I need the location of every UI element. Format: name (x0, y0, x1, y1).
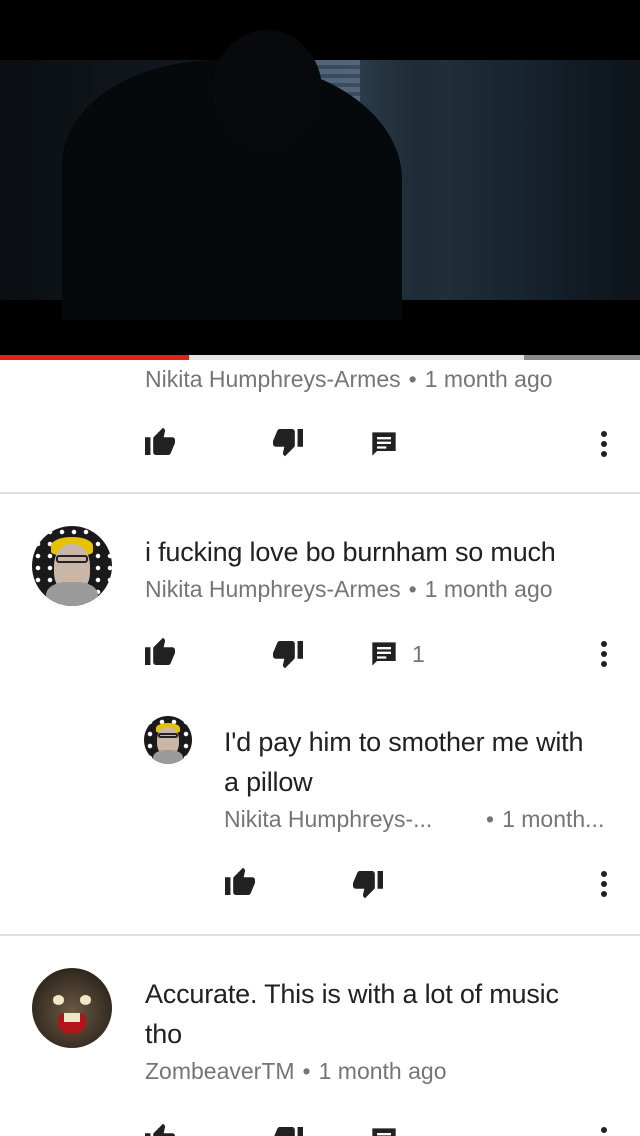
like-button[interactable] (140, 1116, 180, 1136)
comment-author[interactable]: Nikita Humphreys-Armes (145, 366, 401, 392)
more-vert-icon (601, 1127, 607, 1133)
thumb-up-icon (145, 637, 175, 665)
comment: Accurate. This is with a lot of music th… (0, 936, 640, 1136)
more-vert-icon (601, 871, 607, 897)
comment: i fucking love bo burnham so much Nikita… (0, 494, 640, 934)
like-button[interactable] (140, 630, 180, 670)
more-options-button[interactable] (584, 864, 624, 904)
reply-icon (372, 642, 396, 666)
thumb-up-icon (145, 1123, 175, 1136)
comment-author[interactable]: ZombeaverTM (145, 1058, 295, 1084)
more-vert-icon (601, 431, 607, 457)
video-frame (0, 30, 640, 320)
reply-meta: • 1 month... (486, 806, 605, 832)
dislike-button[interactable] (268, 424, 308, 464)
comment-time: 1 month ago (424, 366, 553, 392)
reply-button[interactable] (364, 634, 404, 674)
comment-time: 1 month ago (318, 1058, 447, 1084)
comment: Nikita Humphreys-Armes • 1 month ago (0, 360, 640, 492)
thumb-up-icon (225, 867, 255, 895)
reply-icon (372, 432, 396, 456)
avatar[interactable] (32, 968, 112, 1048)
thumb-down-icon (273, 641, 303, 669)
comment-text: Accurate. This is with a lot of music th… (145, 979, 559, 1049)
comment-meta: Nikita Humphreys-Armes • 1 month ago (145, 366, 553, 392)
thumb-down-icon (273, 429, 303, 457)
thumb-up-icon (145, 427, 175, 455)
avatar[interactable] (32, 526, 112, 606)
avatar[interactable] (144, 716, 192, 764)
comment-time: 1 month ago (424, 576, 553, 602)
more-options-button[interactable] (584, 634, 624, 674)
comment-author[interactable]: Nikita Humphreys-Armes (145, 576, 401, 602)
reply-count[interactable]: 1 (412, 639, 425, 669)
reply-button[interactable] (364, 424, 404, 464)
dislike-button[interactable] (268, 1122, 308, 1136)
person-silhouette (62, 30, 402, 320)
more-options-button[interactable] (584, 1120, 624, 1136)
video-player[interactable] (0, 0, 640, 360)
more-options-button[interactable] (584, 424, 624, 464)
comment-meta: ZombeaverTM • 1 month ago (145, 1058, 447, 1084)
like-button[interactable] (140, 420, 180, 460)
dislike-button[interactable] (348, 866, 388, 906)
more-vert-icon (601, 641, 607, 667)
reply-text: I'd pay him to smother me with a pillow (224, 727, 584, 797)
reply-icon (372, 1128, 396, 1136)
thumb-down-icon (353, 871, 383, 899)
comment-meta: Nikita Humphreys-Armes • 1 month ago (145, 576, 553, 602)
thumb-down-icon (274, 1127, 303, 1136)
reply-time: 1 month... (502, 806, 605, 832)
like-button[interactable] (220, 860, 260, 900)
reply-author[interactable]: Nikita Humphreys-... (224, 804, 432, 834)
comment-text: i fucking love bo burnham so much (145, 537, 556, 567)
dislike-button[interactable] (268, 636, 308, 676)
reply-button[interactable] (364, 1120, 404, 1136)
